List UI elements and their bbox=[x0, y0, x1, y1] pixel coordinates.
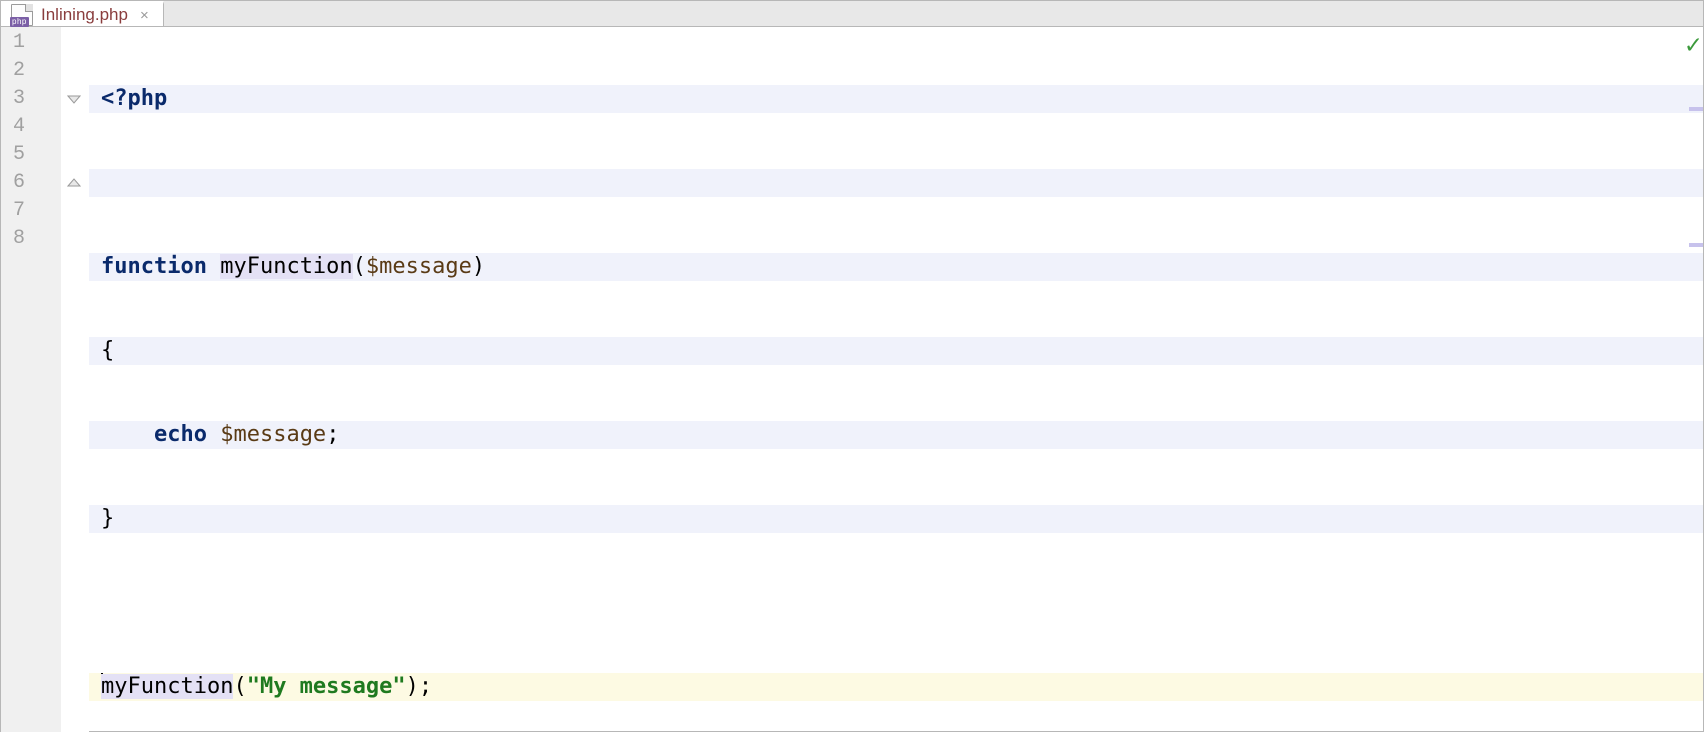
line-number: 8 bbox=[1, 225, 61, 253]
line-number: 2 bbox=[1, 57, 61, 85]
line-number: 5 bbox=[1, 141, 61, 169]
tab-bar: php Inlining.php × bbox=[1, 1, 1703, 27]
marker-strip: ✓ bbox=[1685, 27, 1703, 732]
tab-filename: Inlining.php bbox=[41, 5, 128, 25]
line-number: 4 bbox=[1, 113, 61, 141]
marker[interactable] bbox=[1689, 243, 1703, 247]
code-line[interactable] bbox=[89, 589, 1703, 617]
code-editor[interactable]: 1 2 3 4 5 6 7 8 bbox=[1, 27, 1703, 732]
inspection-ok-icon[interactable]: ✓ bbox=[1685, 31, 1701, 59]
code-line[interactable]: } bbox=[89, 505, 1703, 533]
fold-column bbox=[61, 27, 89, 732]
code-line-current[interactable]: myFunction("My message"); bbox=[89, 673, 1703, 701]
editor-window: php Inlining.php × 1 2 3 4 5 6 7 8 bbox=[0, 0, 1704, 732]
line-number: 7 bbox=[1, 197, 61, 225]
code-line[interactable]: function myFunction($message) bbox=[89, 253, 1703, 281]
close-tab-icon[interactable]: × bbox=[140, 7, 149, 24]
code-area[interactable]: <?php function myFunction($message) { ec… bbox=[89, 27, 1703, 732]
fold-collapse-icon[interactable] bbox=[67, 92, 81, 106]
code-line[interactable]: <?php bbox=[89, 85, 1703, 113]
php-file-icon: php bbox=[11, 4, 33, 26]
line-number-gutter: 1 2 3 4 5 6 7 8 bbox=[1, 27, 61, 732]
line-number: 1 bbox=[1, 29, 61, 57]
line-number: 3 bbox=[1, 85, 61, 113]
marker[interactable] bbox=[1689, 107, 1703, 111]
code-line[interactable]: echo $message; bbox=[89, 421, 1703, 449]
fold-end-icon[interactable] bbox=[67, 176, 81, 190]
code-line[interactable]: { bbox=[89, 337, 1703, 365]
line-number: 6 bbox=[1, 169, 61, 197]
tab-inlining-php[interactable]: php Inlining.php × bbox=[1, 1, 164, 26]
code-line[interactable] bbox=[89, 169, 1703, 197]
